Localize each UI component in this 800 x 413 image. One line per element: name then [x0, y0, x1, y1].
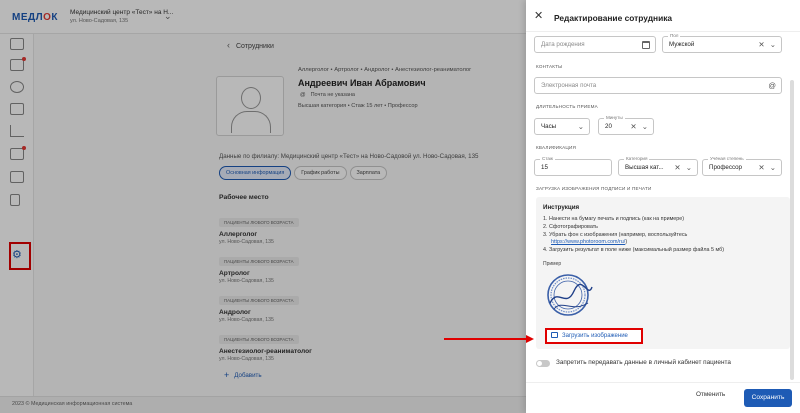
qualification-section-label: КВАЛИФИКАЦИЯ [536, 145, 577, 150]
stamp-example-image [547, 274, 593, 316]
degree-label: Учёная степень [708, 156, 746, 162]
minutes-value: 20 [605, 123, 612, 130]
instruction-step: 3. Убрать фон с изображения (например, в… [543, 231, 688, 238]
hours-value: Часы [541, 123, 557, 130]
birth-date-placeholder: Дата рождения [541, 41, 585, 48]
experience-field[interactable]: Стаж 15 [534, 156, 612, 176]
upload-image-button[interactable]: Загрузить изображение [545, 328, 643, 344]
hours-select[interactable]: Часы ⌄ [534, 118, 590, 135]
chevron-down-icon[interactable]: ⌄ [770, 163, 776, 172]
drawer-scrollbar[interactable] [790, 80, 794, 380]
image-icon [551, 332, 558, 338]
chevron-down-icon[interactable]: ⌄ [770, 40, 776, 49]
experience-value: 15 [541, 164, 548, 171]
at-icon: @ [768, 81, 776, 90]
minutes-select[interactable]: Минуты 20 ✕ ⌄ [598, 115, 654, 135]
upload-label: Загрузить изображение [562, 333, 628, 339]
instruction-title: Инструкция [543, 204, 580, 211]
instruction-steps: 1. Нанести на бумагу печать и подпись (к… [543, 216, 787, 255]
instruction-step: 4. Загрузить результат в поле ниже (макс… [543, 247, 725, 254]
instruction-step: 2. Сфотографировать [543, 223, 598, 230]
drawer-title: Редактирование сотрудника [554, 13, 673, 23]
photoroom-link[interactable]: https://www.photoroom.com/ru/ [551, 239, 625, 245]
instruction-panel: Инструкция 1. Нанести на бумагу печать и… [536, 197, 790, 349]
edit-employee-drawer: ✕ Редактирование сотрудника Дата рождени… [526, 0, 800, 413]
gender-select[interactable]: Пол Мужской ✕ ⌄ [662, 33, 782, 53]
deny-data-toggle[interactable] [536, 360, 550, 367]
chevron-down-icon[interactable]: ⌄ [578, 122, 584, 131]
degree-value: Профессор [709, 164, 743, 171]
email-placeholder: Электронная почта [541, 82, 597, 89]
chevron-down-icon[interactable]: ⌄ [686, 163, 692, 172]
chevron-down-icon[interactable]: ⌄ [642, 122, 648, 131]
birth-date-field[interactable]: Дата рождения [534, 36, 656, 53]
deny-data-label: Запретить передавать данные в личный каб… [556, 359, 731, 366]
cancel-button[interactable]: Отменить [696, 391, 725, 398]
email-field[interactable]: Электронная почта @ [534, 77, 782, 94]
calendar-icon[interactable] [642, 41, 650, 49]
annotation-arrow [444, 335, 534, 343]
category-select[interactable]: Категория Высшая кат... ✕ ⌄ [618, 156, 698, 176]
clear-icon[interactable]: ✕ [630, 122, 636, 131]
experience-label: Стаж [540, 156, 555, 162]
signature-section-label: ЗАГРУЗКА ИЗОБРАЖЕНИЯ ПОДПИСИ И ПЕЧАТИ [536, 186, 652, 191]
instruction-step: 1. Нанести на бумагу печать и подпись (к… [543, 216, 685, 222]
category-label: Категория [624, 156, 650, 162]
contacts-section-label: КОНТАКТЫ [536, 64, 563, 69]
degree-select[interactable]: Учёная степень Профессор ✕ ⌄ [702, 156, 782, 176]
clear-icon[interactable]: ✕ [758, 163, 764, 172]
close-icon[interactable]: ✕ [534, 11, 543, 22]
gender-value: Мужской [669, 41, 695, 48]
save-button[interactable]: Сохранить [744, 389, 792, 407]
duration-section-label: ДЛИТЕЛЬНОСТЬ ПРИЕМА [536, 104, 598, 109]
gender-label: Пол [668, 33, 681, 39]
example-label: Пример [543, 261, 562, 267]
clear-icon[interactable]: ✕ [758, 40, 764, 49]
category-value: Высшая кат... [625, 164, 664, 171]
minutes-label: Минуты [604, 115, 625, 121]
clear-icon[interactable]: ✕ [674, 163, 680, 172]
